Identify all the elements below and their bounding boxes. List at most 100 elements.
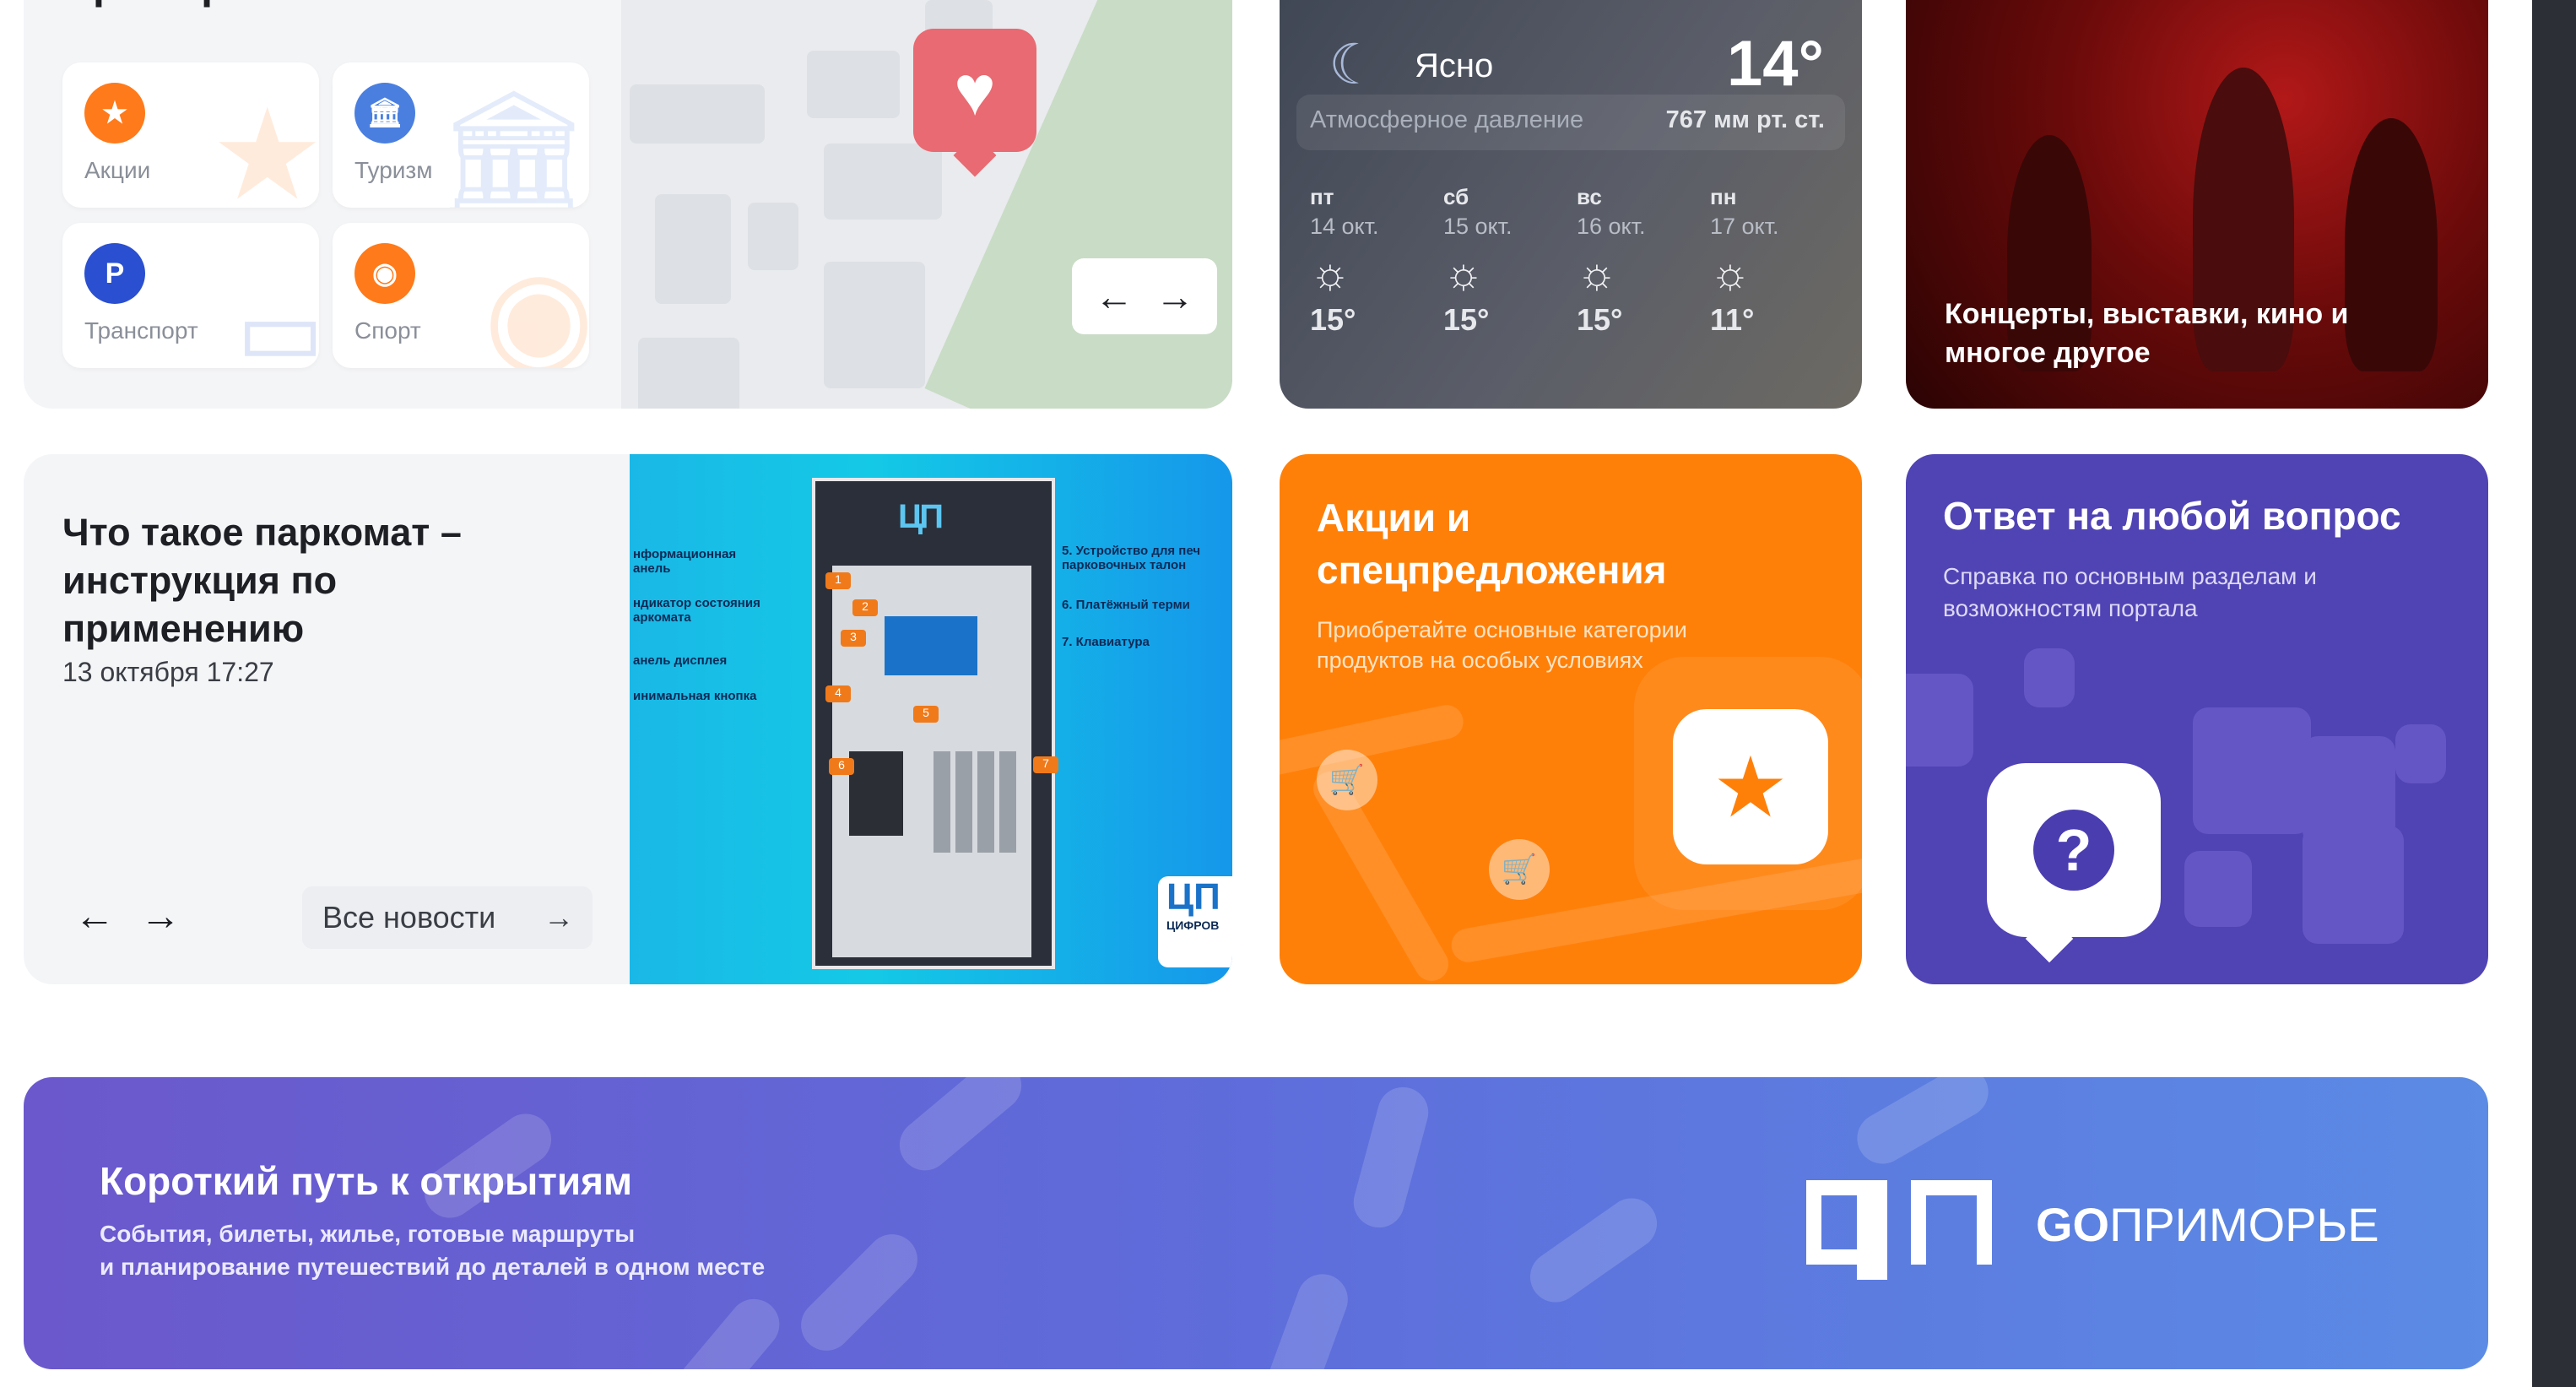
forecast-weekday: сб	[1443, 184, 1469, 209]
star-icon: ★	[1673, 709, 1828, 864]
museum-icon: 🏛	[354, 83, 415, 144]
forecast-temp: 15°	[1577, 302, 1623, 337]
services-card: Приморья ★ Акции ★ 🏛 Туризм 🏛 P Транспор…	[24, 0, 1232, 409]
tile-transport[interactable]: P Транспорт ▭	[62, 223, 319, 368]
callout-marker: 7	[1033, 756, 1058, 773]
pressure-value: 767 мм рт. ст.	[1665, 106, 1825, 133]
forecast-day: сб 15 окт. ☼ 15°	[1443, 184, 1545, 338]
image-label: инимальная кнопка	[633, 689, 757, 703]
image-label: анель дисплея	[633, 653, 728, 668]
weather-condition: Ясно	[1415, 47, 1494, 84]
faq-subtitle: Справка по основным разделам и возможнос…	[1943, 563, 2317, 621]
image-label: 7. Клавиатура	[1062, 635, 1150, 649]
tile-label: Спорт	[354, 317, 421, 344]
tile-label: Транспорт	[84, 317, 198, 344]
tile-sport[interactable]: ◉ Спорт ◉	[333, 223, 589, 368]
callout-marker: 4	[825, 685, 851, 702]
tile-label: Туризм	[354, 157, 433, 183]
star-icon: ★	[210, 84, 319, 208]
forecast-temp: 15°	[1310, 302, 1356, 337]
brand-wordmark: GOПРИМОРЬЕ	[2036, 1197, 2379, 1252]
image-label: нформационная анель	[633, 547, 737, 576]
news-nav: ← →	[74, 893, 181, 940]
forecast-date: 17 окт.	[1710, 214, 1779, 239]
services-title: Приморья	[62, 0, 278, 8]
question-bubble-icon: ?	[1987, 763, 2161, 937]
forecast-temp: 11°	[1710, 302, 1755, 337]
tile-label: Акции	[84, 157, 151, 183]
promo-subtitle: Приобретайте основные категории продукто…	[1317, 617, 1687, 674]
sun-icon: ☼	[1710, 249, 1751, 298]
go-primorye-logo: GOПРИМОРЬЕ	[1806, 1173, 2379, 1280]
banner-subtitle: События, билеты, жилье, готовые маршруты…	[100, 1217, 944, 1283]
all-news-button[interactable]: Все новости →	[302, 886, 593, 949]
heart-map-pin-icon[interactable]: ♥	[913, 29, 1036, 152]
go-primorye-banner[interactable]: Короткий путь к открытиям События, билет…	[24, 1077, 2488, 1369]
pressure-label: Атмосферное давление	[1310, 106, 1584, 133]
events-card[interactable]: Концерты, выставки, кино и многое другое	[1906, 0, 2488, 409]
forecast-date: 15 окт.	[1443, 214, 1513, 239]
map-nav: ← →	[1072, 258, 1217, 334]
tile-tourism[interactable]: 🏛 Туризм 🏛	[333, 62, 589, 208]
parking-meter-photo: ЦП	[812, 478, 1055, 969]
window-frame-edge	[2532, 0, 2576, 1387]
forecast-weekday: пн	[1710, 184, 1737, 209]
sun-icon: ☼	[1443, 249, 1484, 298]
callout-marker: 5	[913, 706, 939, 723]
museum-icon: 🏛	[433, 84, 589, 208]
events-caption: Концерты, выставки, кино и многое другое	[1945, 298, 2349, 369]
brand-caption: ЦИФРОВ	[1166, 918, 1220, 932]
cart-icon: 🛒	[1317, 750, 1377, 810]
weather-widget[interactable]: ☾ Ясно 14° Атмосферное давление 767 мм р…	[1280, 0, 1862, 409]
arrow-right-icon: →	[544, 900, 574, 935]
image-label: ндикатор состояния аркомата	[633, 596, 760, 625]
promo-card[interactable]: Акции и спецпредложения Приобретайте осн…	[1280, 454, 1862, 984]
parking-icon: P	[84, 243, 145, 304]
news-title[interactable]: Что такое паркомат – инструкция по приме…	[62, 508, 586, 653]
faq-title: Ответ на любой вопрос	[1943, 494, 2401, 538]
sun-icon: ☼	[1577, 249, 1617, 298]
banner-subtitle-line: События, билеты, жилье, готовые маршруты	[100, 1221, 636, 1247]
question-mark: ?	[2033, 810, 2114, 891]
logo-icon: ЦП	[898, 498, 944, 535]
promo-title: Акции и спецпредложения	[1317, 496, 1667, 593]
pressure-row: Атмосферное давление 767 мм рт. ст.	[1296, 95, 1845, 150]
callout-marker: 1	[825, 572, 851, 589]
ball-icon: ◉	[484, 244, 589, 368]
forecast-day: пн 17 окт. ☼ 11°	[1710, 184, 1811, 338]
news-date: 13 октября 17:27	[62, 657, 274, 687]
forecast-date: 16 окт.	[1577, 214, 1646, 239]
arrow-left-icon[interactable]: ←	[74, 893, 115, 940]
ball-icon: ◉	[354, 243, 415, 304]
logo-mark-icon	[1806, 1173, 1992, 1280]
forecast-day: вс 16 окт. ☼ 15°	[1577, 184, 1678, 338]
callout-marker: 2	[852, 599, 878, 616]
image-label: 6. Платёжный терми	[1062, 598, 1190, 612]
star-icon: ★	[84, 83, 145, 144]
all-news-label: Все новости	[322, 900, 496, 935]
bus-icon: ▭	[236, 279, 319, 369]
forecast-day: пт 14 окт. ☼ 15°	[1310, 184, 1411, 338]
brand-name: ПРИМОРЬЕ	[2109, 1197, 2379, 1251]
tile-promotions[interactable]: ★ Акции ★	[62, 62, 319, 208]
arrow-left-icon[interactable]: ←	[1095, 274, 1134, 319]
sun-icon: ☼	[1310, 249, 1350, 298]
faq-card[interactable]: Ответ на любой вопрос Справка по основны…	[1906, 454, 2488, 984]
arrow-right-icon[interactable]: →	[1155, 274, 1194, 319]
callout-marker: 3	[841, 630, 866, 647]
banner-title: Короткий путь к открытиям	[100, 1159, 632, 1203]
callout-marker: 6	[829, 758, 854, 775]
news-card: Что такое паркомат – инструкция по приме…	[24, 454, 1232, 984]
brand-go: GO	[2036, 1197, 2110, 1251]
image-label: 5. Устройство для печ парковочных талон	[1062, 544, 1201, 572]
banner-subtitle-line: и планирование путешествий до деталей в …	[100, 1254, 766, 1281]
forecast-date: 14 окт.	[1310, 214, 1379, 239]
news-image[interactable]: нформационная анель ндикатор состояния а…	[630, 454, 1232, 984]
forecast-weekday: вс	[1577, 184, 1602, 209]
cart-icon: 🛒	[1489, 839, 1550, 900]
forecast-weekday: пт	[1310, 184, 1334, 209]
digital-primorye-logo: ЦП ЦИФРОВ	[1158, 876, 1232, 967]
moon-icon: ☾	[1329, 33, 1379, 95]
current-temperature: 14°	[1727, 28, 1824, 100]
arrow-right-icon[interactable]: →	[140, 893, 181, 940]
